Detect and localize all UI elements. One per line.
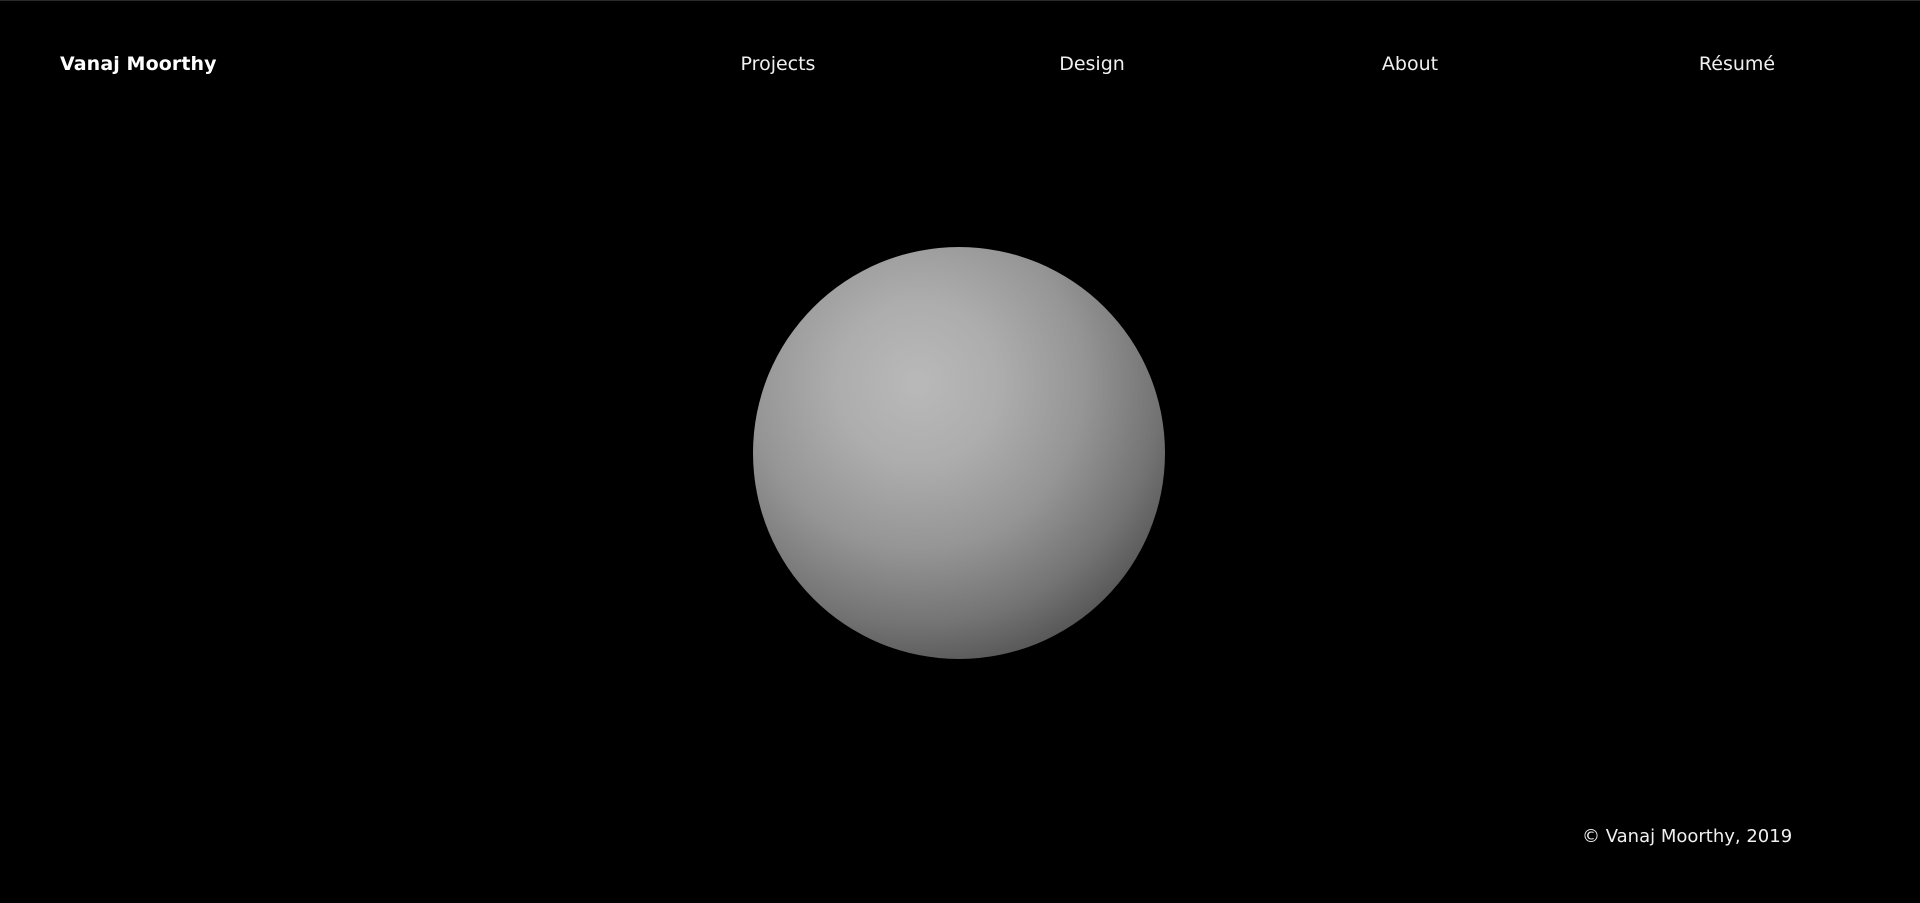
top-divider <box>0 0 1920 1</box>
nav-about-link[interactable]: About <box>1382 53 1438 75</box>
hero-sphere <box>753 247 1165 659</box>
nav-design-link[interactable]: Design <box>1059 53 1125 75</box>
brand-home-link[interactable]: Vanaj Moorthy <box>60 53 217 75</box>
page: Vanaj Moorthy Projects Design About Résu… <box>0 0 1920 903</box>
footer-copyright: © Vanaj Moorthy, 2019 <box>1582 826 1793 847</box>
nav-resume-link[interactable]: Résumé <box>1699 53 1775 75</box>
nav-projects-link[interactable]: Projects <box>741 53 816 75</box>
